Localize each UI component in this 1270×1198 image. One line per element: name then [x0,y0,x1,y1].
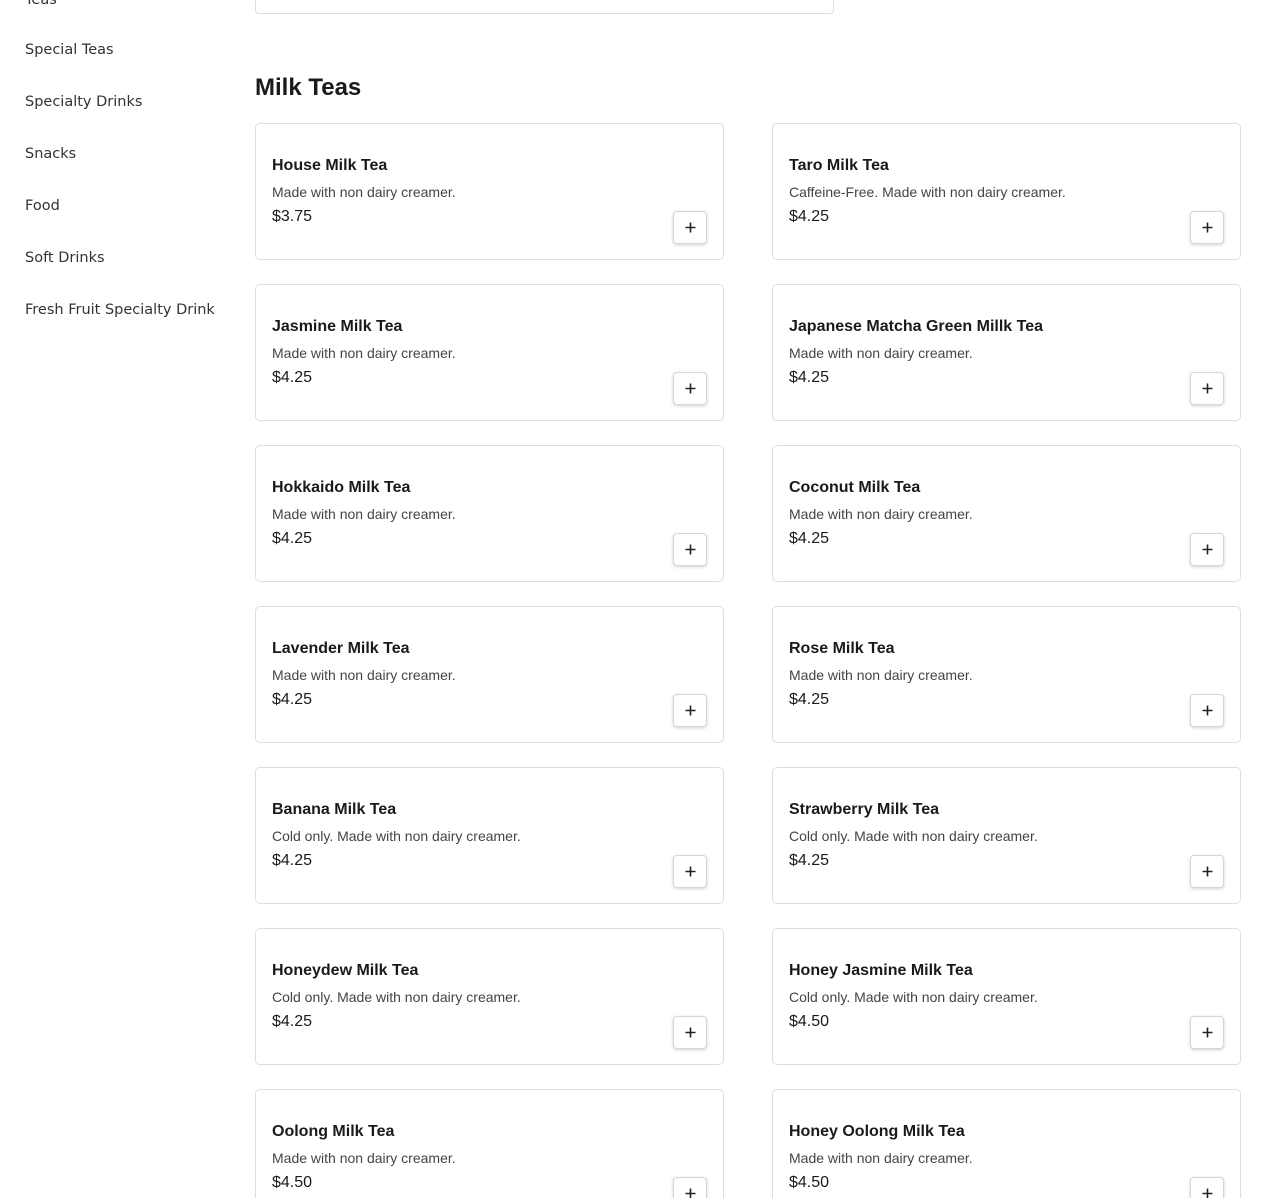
menu-item-description: Cold only. Made with non dairy creamer. [789,989,1038,1005]
menu-item-card[interactable]: Hokkaido Milk Tea Made with non dairy cre… [255,445,724,582]
menu-item-price: $4.25 [272,691,313,708]
plus-icon [685,1027,696,1038]
plus-icon [1202,1027,1213,1038]
sidebar-item-teas[interactable]: Teas [25,0,57,8]
menu-item-name: Lavender Milk Tea [272,640,410,657]
sidebar-item-snacks[interactable]: Snacks [25,146,76,162]
sidebar-item-special-teas[interactable]: Special Teas [25,42,114,58]
menu-item-card[interactable]: House Milk Tea Made with non dairy creame… [255,123,724,260]
plus-icon [1202,222,1213,233]
plus-icon [1202,705,1213,716]
menu-item-price: $4.50 [789,1013,830,1030]
plus-icon [685,705,696,716]
menu-item-card[interactable]: Oolong Milk Tea Made with non dairy cream… [255,1089,724,1198]
menu-item-price: $4.25 [272,1013,313,1030]
menu-item-price: $4.25 [789,691,830,708]
plus-icon [685,866,696,877]
menu-item-card[interactable]: Strawberry Milk Tea Cold only. Made with … [772,767,1241,904]
menu-item-card[interactable]: Honeydew Milk Tea Cold only. Made with no… [255,928,724,1065]
sidebar-item-food[interactable]: Food [25,198,60,214]
menu-item-name: Honeydew Milk Tea [272,962,419,979]
plus-icon [685,544,696,555]
menu-item-price: $4.25 [272,852,313,869]
plus-icon [685,222,696,233]
menu-item-description: Made with non dairy creamer. [272,667,456,683]
menu-item-name: Jasmine Milk Tea [272,318,403,335]
menu-item-description: Made with non dairy creamer. [272,506,456,522]
menu-item-price: $4.25 [789,530,830,547]
menu-item-description: Cold only. Made with non dairy creamer. [789,828,1038,844]
sidebar-item-specialty-drinks[interactable]: Specialty Drinks [25,94,142,110]
menu-item-description: Made with non dairy creamer. [789,1150,973,1166]
sidebar-item-soft-drinks[interactable]: Soft Drinks [25,250,105,266]
add-to-cart-button[interactable] [673,1177,707,1198]
menu-item-description: Made with non dairy creamer. [789,667,973,683]
menu-item-price: $4.50 [789,1174,830,1191]
menu-item-price: $4.25 [789,852,830,869]
menu-item-card[interactable]: Jasmine Milk Tea Made with non dairy crea… [255,284,724,421]
add-to-cart-button[interactable] [1190,1177,1224,1198]
add-to-cart-button[interactable] [673,1016,707,1049]
plus-icon [685,1188,696,1198]
add-to-cart-button[interactable] [1190,372,1224,405]
menu-item-name: Honey Oolong Milk Tea [789,1123,965,1140]
menu-item-description: Made with non dairy creamer. [272,345,456,361]
menu-item-card[interactable]: Banana Milk Tea Cold only. Made with non … [255,767,724,904]
menu-item-name: Hokkaido Milk Tea [272,479,411,496]
menu-item-description: Made with non dairy creamer. [272,184,456,200]
menu-item-name: Banana Milk Tea [272,801,397,818]
add-to-cart-button[interactable] [1190,211,1224,244]
menu-item-card[interactable]: Honey Oolong Milk Tea Made with non dairy… [772,1089,1241,1198]
plus-icon [1202,866,1213,877]
menu-item-name: Rose Milk Tea [789,640,895,657]
menu-item-price: $3.75 [272,208,313,225]
add-to-cart-button[interactable] [673,694,707,727]
add-to-cart-button[interactable] [1190,1016,1224,1049]
menu-item-name: Honey Jasmine Milk Tea [789,962,973,979]
menu-item-price: $4.25 [272,369,313,386]
menu-item-name: Coconut Milk Tea [789,479,921,496]
plus-icon [1202,1188,1213,1198]
menu-item-name: Oolong Milk Tea [272,1123,395,1140]
menu-item-card[interactable]: Honey Jasmine Milk Tea Cold only. Made wi… [772,928,1241,1065]
menu-item-card[interactable]: Lavender Milk Tea Made with non dairy cre… [255,606,724,743]
menu-item-description: Made with non dairy creamer. [789,345,973,361]
add-to-cart-button[interactable] [673,211,707,244]
menu-item-description: Made with non dairy creamer. [272,1150,456,1166]
menu-item-name: Taro Milk Tea [789,157,889,174]
previous-section-card[interactable] [255,0,834,14]
menu-item-card[interactable]: Taro Milk Tea Caffeine-Free. Made with no… [772,123,1241,260]
menu-item-name: Strawberry Milk Tea [789,801,939,818]
menu-item-price: $4.50 [272,1174,313,1191]
add-to-cart-button[interactable] [673,372,707,405]
plus-icon [685,383,696,394]
menu-item-name: Japanese Matcha Green Millk Tea [789,318,1044,335]
plus-icon [1202,544,1213,555]
menu-item-price: $4.25 [272,530,313,547]
menu-item-name: House Milk Tea [272,157,388,174]
add-to-cart-button[interactable] [673,533,707,566]
menu-item-description: Cold only. Made with non dairy creamer. [272,989,521,1005]
menu-item-description: Made with non dairy creamer. [789,506,973,522]
menu-item-card[interactable]: Rose Milk Tea Made with non dairy creamer… [772,606,1241,743]
add-to-cart-button[interactable] [1190,533,1224,566]
add-to-cart-button[interactable] [673,855,707,888]
menu-item-card[interactable]: Coconut Milk Tea Made with non dairy crea… [772,445,1241,582]
add-to-cart-button[interactable] [1190,855,1224,888]
menu-item-description: Caffeine-Free. Made with non dairy cream… [789,184,1066,200]
menu-item-price: $4.25 [789,369,830,386]
section-title: Milk Teas [255,74,362,101]
menu-item-description: Cold only. Made with non dairy creamer. [272,828,521,844]
sidebar-item-fresh-fruit-specialty-drink[interactable]: Fresh Fruit Specialty Drink [25,302,215,318]
menu-item-price: $4.25 [789,208,830,225]
add-to-cart-button[interactable] [1190,694,1224,727]
menu-item-card[interactable]: Japanese Matcha Green Millk Tea Made with… [772,284,1241,421]
plus-icon [1202,383,1213,394]
